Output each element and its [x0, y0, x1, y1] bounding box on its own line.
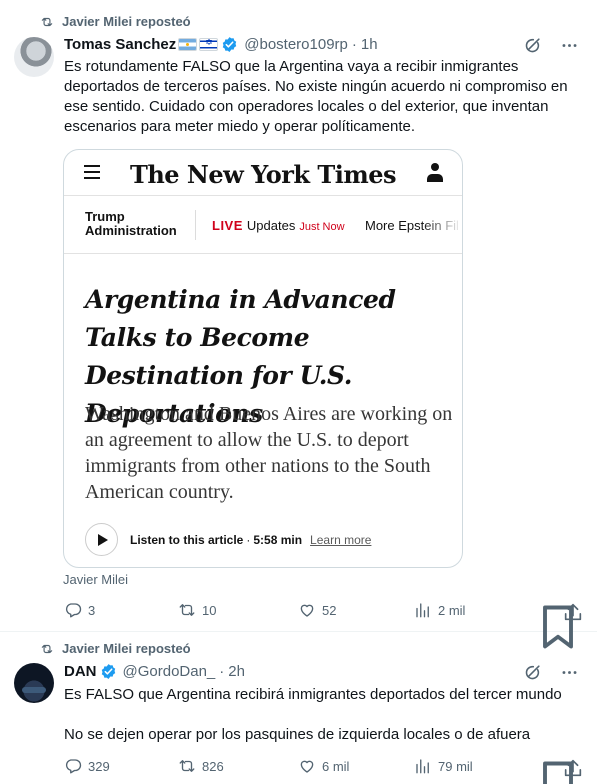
verified-badge-icon — [101, 664, 115, 679]
tweet[interactable]: Javier Milei reposteó Tomas Sanchez @bos… — [0, 0, 597, 649]
tweet-top-actions — [523, 36, 579, 55]
grok-icon[interactable] — [523, 663, 542, 682]
repost-icon — [41, 17, 53, 26]
views-count: 2 mil — [438, 602, 466, 618]
views-icon — [416, 759, 429, 774]
author-name[interactable]: Tomas Sanchez — [64, 36, 176, 53]
learn-more-link: Learn more — [310, 532, 372, 547]
reply-button[interactable]: 329 — [64, 757, 110, 775]
article-summary: Washington and Buenos Aires are working … — [85, 403, 453, 503]
reply-button[interactable]: 3 — [64, 601, 95, 619]
reply-count: 3 — [88, 602, 96, 618]
author-handle[interactable]: @GordoDan_ — [123, 663, 216, 680]
repost-count: 826 — [202, 758, 224, 774]
argentina-flag-icon — [178, 38, 198, 51]
reply-icon — [65, 603, 82, 618]
israel-flag-icon — [199, 38, 219, 51]
live-tag: LIVE — [212, 218, 243, 233]
more-icon[interactable] — [560, 663, 579, 682]
play-button — [85, 523, 118, 556]
tweet-header: DAN @GordoDan_ · 2h — [64, 663, 245, 680]
repost-label: Javier Milei reposteó — [62, 641, 191, 656]
header-separator: · — [351, 36, 357, 53]
nav-section: Trump Administration — [85, 209, 177, 238]
tweet-text: Es rotundamente FALSO que la Argentina v… — [64, 58, 568, 135]
like-icon — [300, 760, 314, 773]
tweet[interactable]: Javier Milei reposteó DAN @GordoDan_ · 2… — [0, 633, 597, 784]
card-caption[interactable]: Javier Milei — [63, 572, 128, 587]
share-icon[interactable] — [562, 757, 584, 779]
repost-icon — [179, 604, 195, 616]
avatar[interactable] — [14, 663, 54, 703]
views-button[interactable]: 79 mil — [414, 757, 473, 775]
share-icon[interactable] — [562, 601, 584, 623]
tweet-text-line-1: Es FALSO que Argentina recibirá inmigran… — [64, 686, 562, 703]
reply-icon — [65, 759, 82, 774]
repost-label: Javier Milei reposteó — [62, 14, 191, 29]
repost-button[interactable]: 10 — [178, 601, 216, 619]
repost-button[interactable]: 826 — [178, 757, 224, 775]
nav-live-updates: LIVE Updates Just Now — [212, 218, 345, 233]
views-count: 79 mil — [438, 758, 473, 774]
repost-icon — [41, 644, 53, 653]
tweet-header: Tomas Sanchez @bostero109rp · 1h — [64, 36, 378, 53]
views-icon — [416, 603, 429, 618]
nyt-nav-bar: Trump Administration LIVE Updates Just Now… — [64, 196, 462, 254]
repost-indicator[interactable]: Javier Milei reposteó — [40, 641, 191, 656]
nav-fade — [422, 196, 462, 253]
like-button[interactable]: 6 mil — [298, 757, 349, 775]
author-name[interactable]: DAN — [64, 663, 97, 680]
tweet-text-line-2: No se dejen operar por los pasquines de … — [64, 726, 531, 743]
tweet-time[interactable]: 1h — [361, 36, 378, 53]
tweet-top-actions — [523, 663, 579, 682]
account-icon — [427, 163, 443, 182]
nav-divider — [195, 210, 196, 240]
audio-duration: 5:58 min — [253, 532, 303, 547]
article-card[interactable]: The New York Times Trump Administration … — [63, 149, 463, 568]
nyt-header: The New York Times — [64, 150, 462, 196]
like-count: 6 mil — [322, 758, 350, 774]
live-time: Just Now — [299, 221, 345, 233]
views-button[interactable]: 2 mil — [414, 601, 465, 619]
repost-icon — [179, 760, 195, 772]
nyt-masthead: The New York Times — [130, 160, 397, 189]
action-bar: 329 826 6 mil 79 mil — [64, 757, 584, 784]
verified-badge-icon — [223, 37, 237, 52]
repost-indicator[interactable]: Javier Milei reposteó — [40, 14, 191, 29]
audio-label: Listen to this article — [130, 532, 244, 547]
like-button[interactable]: 52 — [298, 601, 336, 619]
grok-icon[interactable] — [523, 36, 542, 55]
like-icon — [300, 604, 314, 617]
action-bar: 3 10 52 2 mil — [64, 601, 584, 649]
live-text: Updates — [246, 218, 296, 233]
more-icon[interactable] — [560, 36, 579, 55]
like-count: 52 — [322, 602, 337, 618]
avatar[interactable] — [14, 37, 54, 77]
reply-count: 329 — [88, 758, 110, 774]
play-icon — [97, 533, 108, 546]
tweet-time[interactable]: 2h — [228, 663, 245, 680]
audio-player: Listen to this article · 5:58 min Learn … — [85, 523, 371, 556]
header-separator: · — [219, 663, 225, 680]
repost-count: 10 — [202, 602, 217, 618]
audio-separator: · — [246, 532, 251, 547]
author-handle[interactable]: @bostero109rp — [244, 36, 348, 53]
